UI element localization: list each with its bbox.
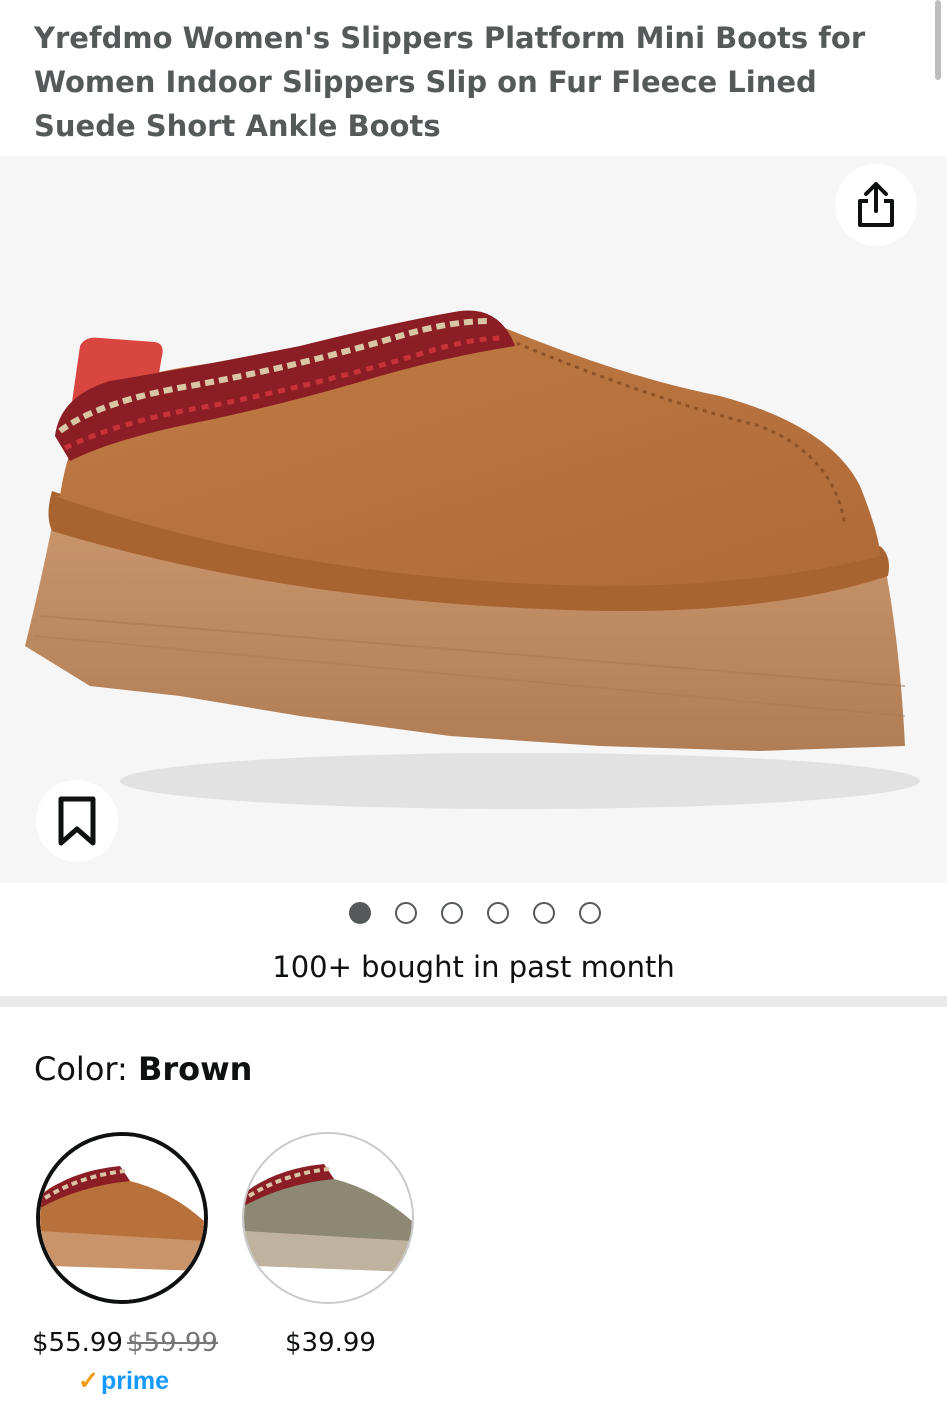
save-to-list-button[interactable] bbox=[36, 780, 118, 862]
prime-label: prime bbox=[100, 1367, 170, 1395]
share-icon bbox=[858, 182, 894, 227]
prime-badge: ✓prime bbox=[78, 1366, 169, 1396]
color-swatch-brown[interactable] bbox=[36, 1132, 208, 1304]
image-pagination bbox=[0, 902, 947, 924]
color-selected-value: Brown bbox=[137, 1050, 253, 1088]
product-image-gallery[interactable] bbox=[0, 156, 947, 883]
swatch-image bbox=[40, 1136, 204, 1300]
product-image bbox=[25, 310, 920, 809]
pagination-dot[interactable] bbox=[486, 902, 509, 924]
pagination-dot[interactable] bbox=[348, 902, 371, 924]
pagination-dot[interactable] bbox=[440, 902, 463, 924]
pagination-dot[interactable] bbox=[394, 902, 417, 924]
scrollbar[interactable] bbox=[935, 0, 941, 80]
swatch-price: $55.99 $59.99 bbox=[32, 1328, 218, 1358]
color-swatch-option-2[interactable] bbox=[242, 1132, 414, 1304]
color-label-prefix: Color: bbox=[34, 1050, 138, 1088]
swatch-image bbox=[244, 1134, 412, 1302]
product-title: Yrefdmo Women's Slippers Platform Mini B… bbox=[34, 21, 866, 143]
current-price: $39.99 bbox=[285, 1328, 376, 1358]
prime-check-icon: ✓ bbox=[78, 1367, 99, 1395]
pagination-dot[interactable] bbox=[532, 902, 555, 924]
section-divider bbox=[0, 996, 947, 1007]
bought-in-past-month: 100+ bought in past month bbox=[272, 950, 675, 984]
share-button[interactable] bbox=[835, 164, 917, 246]
pagination-dot[interactable] bbox=[578, 902, 601, 924]
swatch-price: $39.99 bbox=[285, 1328, 376, 1358]
color-label: Color: Brown bbox=[34, 1050, 252, 1088]
bookmark-icon bbox=[58, 796, 96, 846]
list-price: $59.99 bbox=[126, 1328, 218, 1358]
current-price: $55.99 bbox=[32, 1328, 123, 1358]
